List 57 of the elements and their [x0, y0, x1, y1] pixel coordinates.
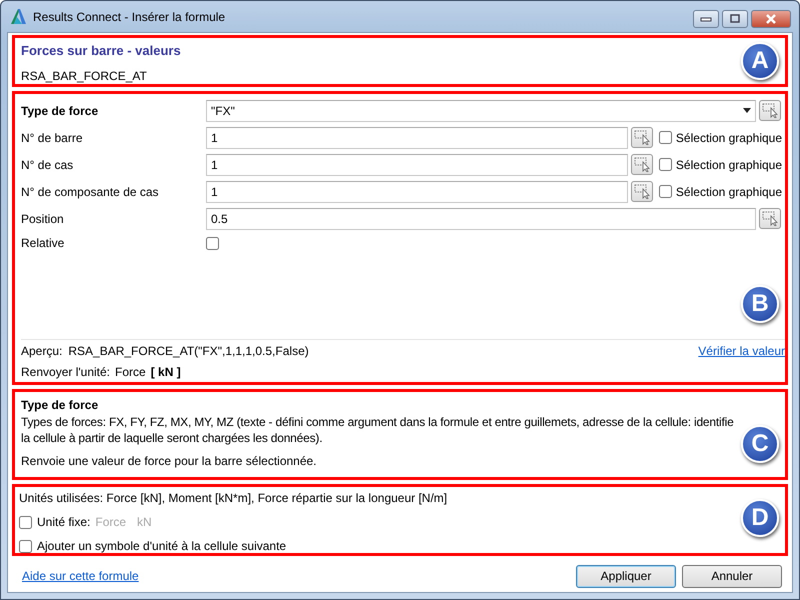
unit-value: kN	[137, 514, 152, 531]
formula-name: RSA_BAR_FORCE_AT	[21, 68, 148, 84]
field-label: Relative	[21, 235, 66, 252]
callout-badge: D	[741, 499, 779, 537]
description-text: Types de forces: FX, FY, FZ, MX, MY, MZ (texte - défini comme argument dans la formule et entre guillemets, adresse de la cellule: identifie la cellule à partir de laquelle seront chargées les données).	[21, 414, 735, 446]
callout-badge: A	[741, 42, 779, 80]
callout-badge: C	[741, 425, 779, 463]
dialog-button[interactable]: Appliquer	[576, 564, 676, 588]
preview-formula: RSA_BAR_FORCE_AT("FX",1,1,1,0.5,False)	[68, 343, 310, 360]
input-field[interactable]: 1	[206, 126, 628, 148]
pick-button[interactable]	[630, 181, 653, 202]
dropdown-value: "FX"	[211, 102, 236, 120]
checkbox[interactable]	[206, 236, 219, 250]
close-icon	[765, 14, 777, 24]
field-label: N° de cas	[21, 156, 74, 174]
checkbox-label: Unité fixe:	[37, 514, 90, 531]
units-text: Unités utilisées: Force [kN], Moment [kN*m], Force répartie sur la longueur [N/m]	[19, 490, 448, 507]
description-returns: Renvoie une valeur de force pour la barre sélectionnée.	[21, 453, 318, 470]
window-title: Results Connect - Insérer la formule	[33, 8, 226, 26]
app-logo-icon	[9, 8, 27, 26]
checkbox[interactable]	[658, 131, 672, 144]
unit-quantity: Force	[115, 364, 146, 381]
pick-button[interactable]	[759, 100, 781, 121]
help-link[interactable]: Aide sur cette formule	[22, 567, 570, 585]
field-label: N° de composante de cas	[21, 184, 160, 200]
unit-quantity: Force	[95, 514, 126, 531]
input-field[interactable]: 0.5	[206, 208, 756, 230]
checkbox-label: Sélection graphique	[676, 184, 782, 200]
description-title: Type de force	[21, 397, 100, 414]
field-label: N° de barre	[21, 130, 84, 146]
field-label: Type de force	[21, 102, 100, 120]
unit-label: Renvoyer l'unité:	[21, 364, 110, 381]
close-button[interactable]	[751, 10, 791, 28]
checkbox[interactable]	[19, 540, 32, 552]
callout-badge: B	[741, 285, 779, 323]
checkbox-label: Sélection graphique	[676, 156, 782, 174]
input-field[interactable]: 1	[206, 180, 628, 202]
dialog-button[interactable]: Annuler	[682, 564, 782, 588]
unit-value: [ kN ]	[150, 364, 181, 381]
input-field[interactable]: 1	[206, 154, 628, 176]
dropdown[interactable]: "FX"	[206, 100, 756, 122]
checkbox-label: Sélection graphique	[676, 130, 782, 146]
field-label: Position	[21, 210, 65, 228]
minimize-icon	[700, 15, 712, 23]
maximize-button[interactable]	[722, 10, 748, 28]
verify-link[interactable]: Vérifier la valeur	[698, 342, 785, 360]
preview-label: Aperçu:	[21, 343, 62, 360]
checkbox[interactable]	[658, 158, 672, 171]
minimize-button[interactable]	[693, 10, 719, 28]
dropdown-arrow-icon	[743, 108, 751, 113]
checkbox[interactable]	[658, 185, 672, 198]
pick-button[interactable]	[630, 154, 653, 175]
formula-title: Forces sur barre - valeurs	[21, 42, 181, 60]
checkbox-label: Ajouter un symbole d'unité à la cellule suivante	[37, 538, 286, 555]
maximize-icon	[729, 14, 741, 24]
pick-button[interactable]	[630, 127, 653, 148]
pick-button[interactable]	[759, 208, 781, 229]
